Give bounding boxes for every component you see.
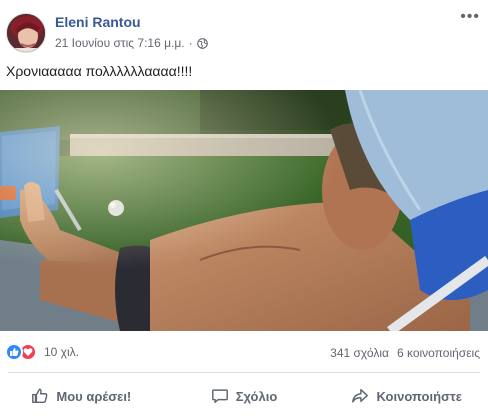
share-button[interactable]: Κοινοποιήστε xyxy=(325,378,488,414)
like-button[interactable]: Μου αρέσει! xyxy=(0,378,163,414)
divider xyxy=(8,372,480,373)
more-options-icon[interactable]: ••• xyxy=(460,8,480,26)
post-text: Χρονιααααα πολλλλλλαααα!!!! xyxy=(6,63,193,79)
author-name-link[interactable]: Eleni Rantou xyxy=(55,14,141,30)
post-meta: 21 Ιουνίου στις 7:16 μ.μ. · xyxy=(55,36,208,50)
avatar-image xyxy=(7,14,45,52)
comment-button-label: Σχόλιο xyxy=(235,388,278,404)
post-photo-image xyxy=(0,90,488,331)
comment-icon xyxy=(211,389,228,404)
avatar[interactable] xyxy=(6,13,46,53)
thumbs-up-icon xyxy=(32,388,48,404)
engagement-stats: 341 σχόλια 6 κοινοποιήσεις xyxy=(330,346,480,360)
reactions-summary[interactable]: 10 χιλ. xyxy=(5,343,79,361)
shares-count-link[interactable]: 6 κοινοποιήσεις xyxy=(397,346,480,360)
post-timestamp-link[interactable]: 21 Ιουνίου στις 7:16 μ.μ. xyxy=(55,36,185,50)
share-button-label: Κοινοποιήστε xyxy=(376,388,462,404)
like-button-label: Μου αρέσει! xyxy=(56,388,132,404)
meta-separator: · xyxy=(188,36,193,50)
comments-count-link[interactable]: 341 σχόλια xyxy=(330,346,389,360)
action-bar: Μου αρέσει! Σχόλιο Κοινοποιήστε xyxy=(0,378,488,414)
like-reaction-icon xyxy=(5,343,23,361)
reaction-count: 10 χιλ. xyxy=(44,345,79,359)
share-icon xyxy=(352,388,369,403)
post-photo[interactable] xyxy=(0,90,488,331)
facebook-post: Eleni Rantou 21 Ιουνίου στις 7:16 μ.μ. ·… xyxy=(0,0,488,418)
comment-button[interactable]: Σχόλιο xyxy=(163,378,326,414)
globe-icon[interactable] xyxy=(196,37,208,49)
